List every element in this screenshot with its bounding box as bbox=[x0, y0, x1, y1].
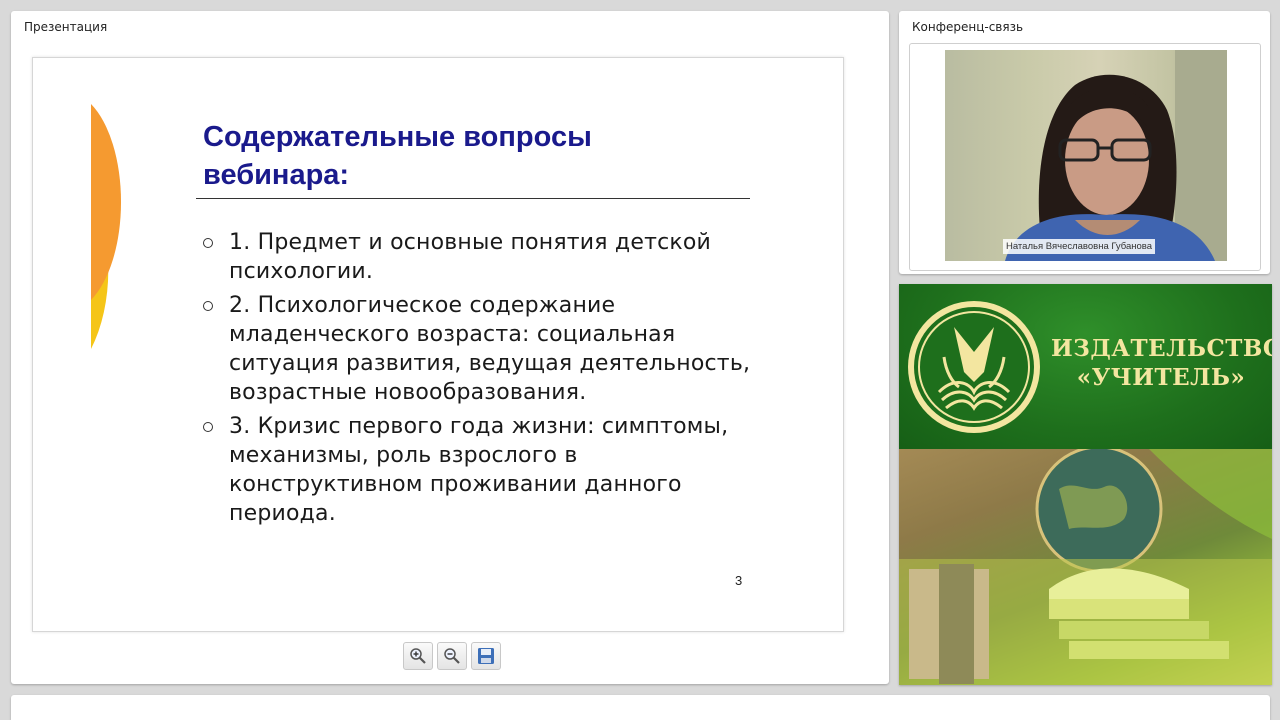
zoom-in-button[interactable] bbox=[403, 642, 433, 670]
presentation-panel-title: Презентация bbox=[24, 20, 108, 34]
save-icon bbox=[478, 648, 494, 664]
slide-decoration bbox=[91, 104, 122, 349]
slide: Содержательные вопросы вебинара: 1. Пред… bbox=[32, 57, 844, 632]
slide-bullet-list: 1. Предмет и основные понятия детской пс… bbox=[203, 228, 763, 533]
video-frame: Наталья Вячеславовна Губанова bbox=[909, 43, 1261, 271]
participant-name-label: Наталья Вячеславовна Губанова bbox=[1003, 239, 1155, 254]
slide-bullet: 3. Кризис первого года жизни: симптомы, … bbox=[203, 412, 763, 528]
bullet-circle-icon bbox=[203, 301, 213, 311]
conference-panel: Конференц-связь Наталья Вячеславовна Губ… bbox=[899, 11, 1270, 274]
slide-toolbar bbox=[403, 642, 501, 670]
slide-title-divider bbox=[196, 198, 750, 199]
slide-bullet: 2. Психологическое содержание младенческ… bbox=[203, 291, 763, 407]
bullet-circle-icon bbox=[203, 238, 213, 248]
slide-bullet-text: 3. Кризис первого года жизни: симптомы, … bbox=[229, 414, 729, 526]
publisher-banner: ИЗДАТЕЛЬСТВО «УЧИТЕЛЬ» bbox=[899, 284, 1272, 685]
bottom-panel bbox=[11, 695, 1270, 720]
slide-bullet-text: 1. Предмет и основные понятия детской пс… bbox=[229, 230, 712, 284]
save-button[interactable] bbox=[471, 642, 501, 670]
slide-bullet: 1. Предмет и основные понятия детской пс… bbox=[203, 228, 763, 286]
zoom-out-button[interactable] bbox=[437, 642, 467, 670]
publisher-name-line1: ИЗДАТЕЛЬСТВО bbox=[1051, 335, 1272, 362]
conference-panel-title: Конференц-связь bbox=[912, 20, 1024, 34]
books-globe-image bbox=[899, 449, 1272, 685]
publisher-name-line2: «УЧИТЕЛЬ» bbox=[1076, 364, 1246, 391]
zoom-out-icon bbox=[444, 648, 460, 664]
slide-title: Содержательные вопросы вебинара: bbox=[203, 121, 592, 191]
participant-silhouette bbox=[1005, 50, 1227, 261]
publisher-banner-image bbox=[899, 449, 1272, 685]
zoom-in-icon bbox=[410, 648, 426, 664]
publisher-banner-top: ИЗДАТЕЛЬСТВО «УЧИТЕЛЬ» bbox=[899, 284, 1272, 449]
slide-bullet-text: 2. Психологическое содержание младенческ… bbox=[229, 293, 751, 405]
slide-page-number: 3 bbox=[735, 573, 743, 588]
publisher-name: ИЗДАТЕЛЬСТВО «УЧИТЕЛЬ» bbox=[1051, 334, 1272, 392]
presentation-panel: Презентация Содержательные вопросы вебин… bbox=[11, 11, 889, 684]
publisher-logo-icon bbox=[908, 301, 1040, 433]
bullet-circle-icon bbox=[203, 422, 213, 432]
participant-video[interactable]: Наталья Вячеславовна Губанова bbox=[945, 50, 1227, 261]
